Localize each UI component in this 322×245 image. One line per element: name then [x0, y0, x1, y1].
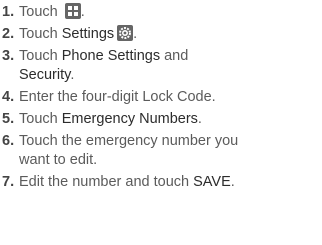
step-text: Touch the emergency number you — [19, 133, 239, 149]
step-text-end: . — [133, 26, 138, 42]
step-text: Touch — [19, 4, 62, 20]
step-text: Touch — [19, 26, 62, 42]
step-text: Touch — [19, 48, 62, 64]
step-number: 3. — [2, 48, 15, 64]
instruction-steps: 1. Touch . 2. Touch Settings . 3. Touch … — [0, 0, 322, 192]
step-number: 6. — [2, 133, 15, 149]
step-number: 2. — [2, 26, 15, 42]
step-text-end: . — [80, 4, 85, 20]
step-6: 6. Touch the emergency number you want t… — [2, 132, 322, 170]
step-1: 1. Touch . — [2, 0, 322, 22]
settings-keyword: Settings — [61, 26, 115, 42]
phone-settings-keyword: Phone Settings — [61, 48, 161, 64]
step-text-end: . — [197, 111, 202, 127]
security-keyword: Security — [19, 67, 71, 83]
step-text-mid: and — [160, 48, 189, 64]
step-2: 2. Touch Settings . — [2, 25, 322, 44]
step-text: Enter the four-digit Lock Code. — [19, 89, 216, 105]
emergency-numbers-keyword: Emergency Numbers — [61, 111, 198, 127]
step-number: 4. — [2, 89, 15, 105]
step-text-end: . — [70, 67, 75, 83]
step-number: 5. — [2, 111, 15, 127]
settings-gear-icon — [117, 25, 134, 41]
step-text-end: . — [230, 174, 235, 190]
apps-grid-icon — [64, 3, 81, 19]
step-text-line2: want to edit. — [19, 152, 98, 168]
step-7: 7. Edit the number and touch SAVE. — [2, 173, 322, 192]
step-text: Touch — [19, 111, 62, 127]
step-text: Edit the number and touch — [19, 174, 194, 190]
step-4: 4. Enter the four-digit Lock Code. — [2, 88, 322, 107]
step-number: 7. — [2, 174, 15, 190]
save-keyword: SAVE — [193, 174, 231, 190]
step-3: 3. Touch Phone Settings and Security. — [2, 47, 322, 85]
step-5: 5. Touch Emergency Numbers. — [2, 110, 322, 129]
step-number: 1. — [2, 4, 15, 20]
